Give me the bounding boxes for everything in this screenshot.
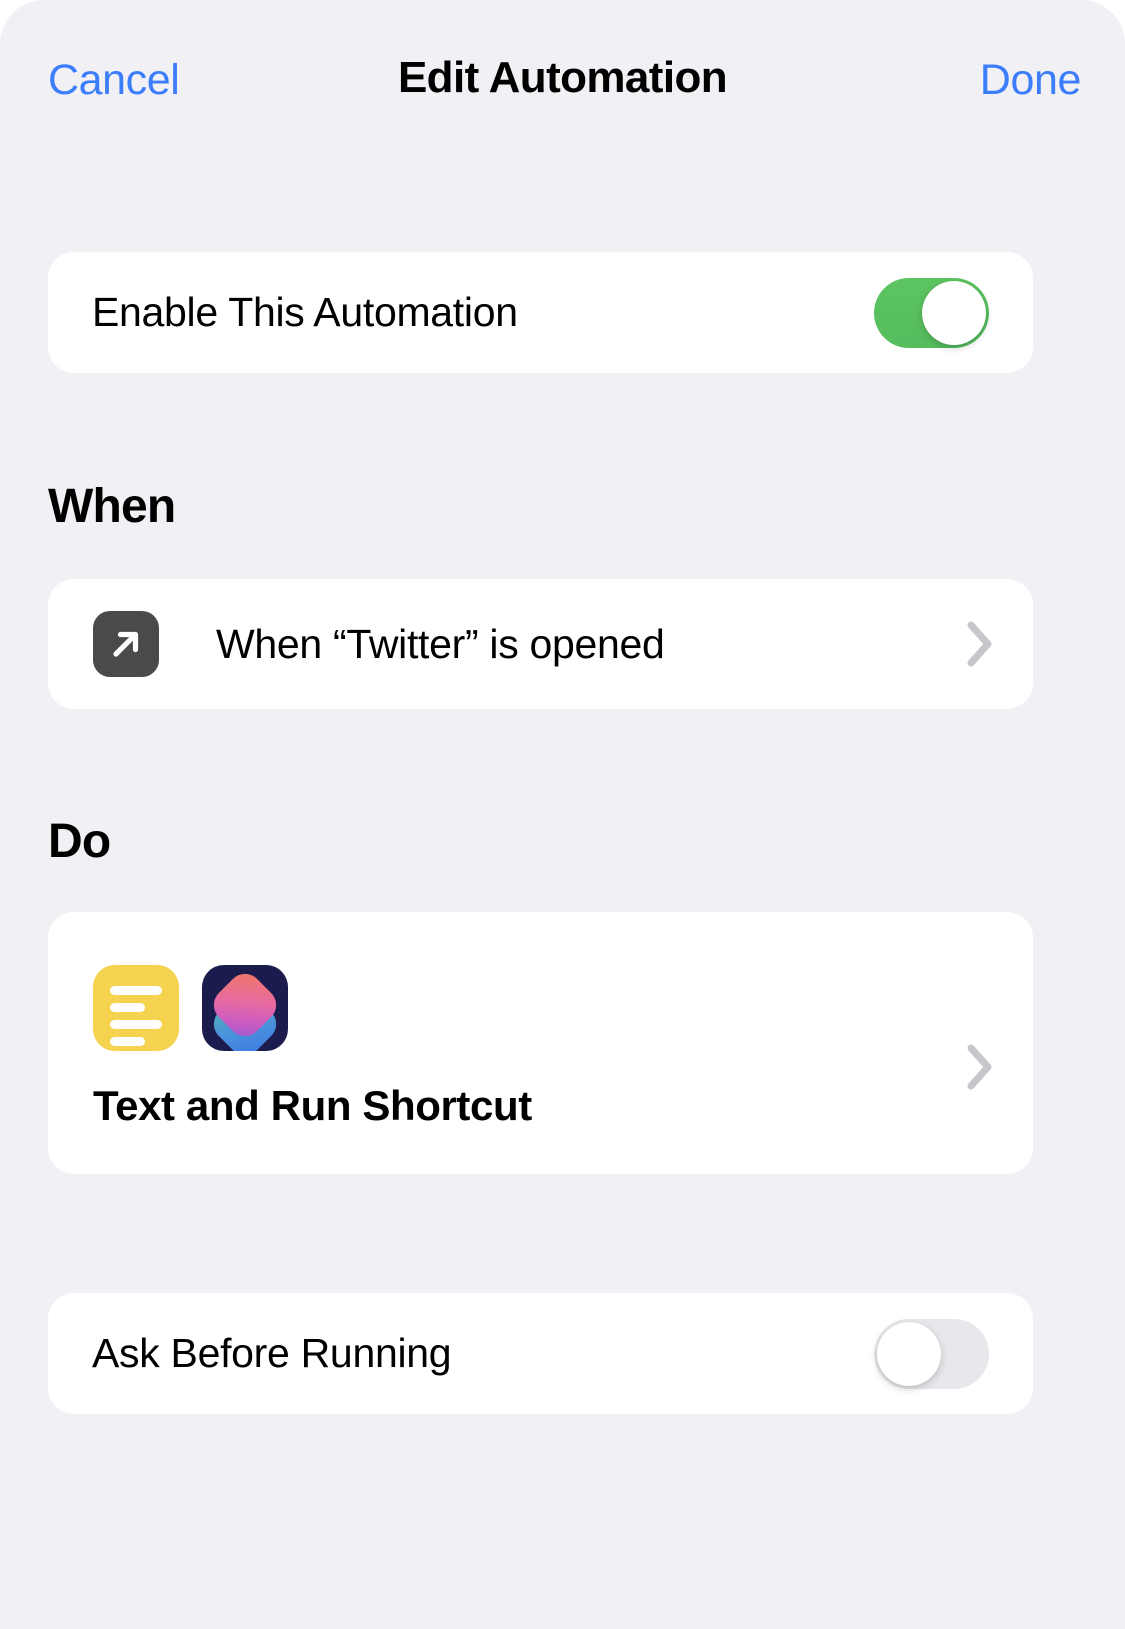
ask-before-running-row[interactable]: Ask Before Running: [48, 1293, 1033, 1414]
chevron-right-icon: [967, 621, 993, 667]
diagonal-arrow-icon: [93, 611, 159, 677]
enable-automation-label: Enable This Automation: [92, 289, 518, 335]
when-section-heading: When: [48, 480, 176, 533]
edit-automation-screen: Cancel Edit Automation Done Enable This …: [0, 0, 1125, 1629]
ask-before-running-label: Ask Before Running: [92, 1330, 452, 1376]
do-action-card[interactable]: Text and Run Shortcut: [48, 912, 1033, 1174]
when-trigger-label: When “Twitter” is opened: [216, 620, 665, 667]
enable-automation-toggle[interactable]: [874, 277, 989, 348]
do-section-heading: Do: [48, 815, 111, 868]
when-trigger-card: When “Twitter” is opened: [48, 579, 1033, 709]
do-action-label: Text and Run Shortcut: [93, 1082, 532, 1129]
text-action-icon: [93, 965, 179, 1051]
navigation-bar: Cancel Edit Automation Done: [0, 0, 1125, 160]
chevron-right-icon: [967, 1044, 993, 1090]
page-title: Edit Automation: [397, 53, 728, 102]
enable-automation-card: Enable This Automation: [48, 252, 1033, 373]
when-trigger-row[interactable]: When “Twitter” is opened: [48, 579, 1033, 709]
toggle-knob: [922, 280, 986, 345]
enable-automation-row[interactable]: Enable This Automation: [48, 252, 1033, 373]
shortcuts-app-icon: [202, 965, 288, 1051]
ask-before-running-card: Ask Before Running: [48, 1293, 1033, 1414]
done-button[interactable]: Done: [980, 56, 1082, 105]
ask-before-running-toggle[interactable]: [874, 1318, 989, 1389]
toggle-knob: [877, 1321, 941, 1386]
action-icon-group: [93, 965, 967, 1051]
